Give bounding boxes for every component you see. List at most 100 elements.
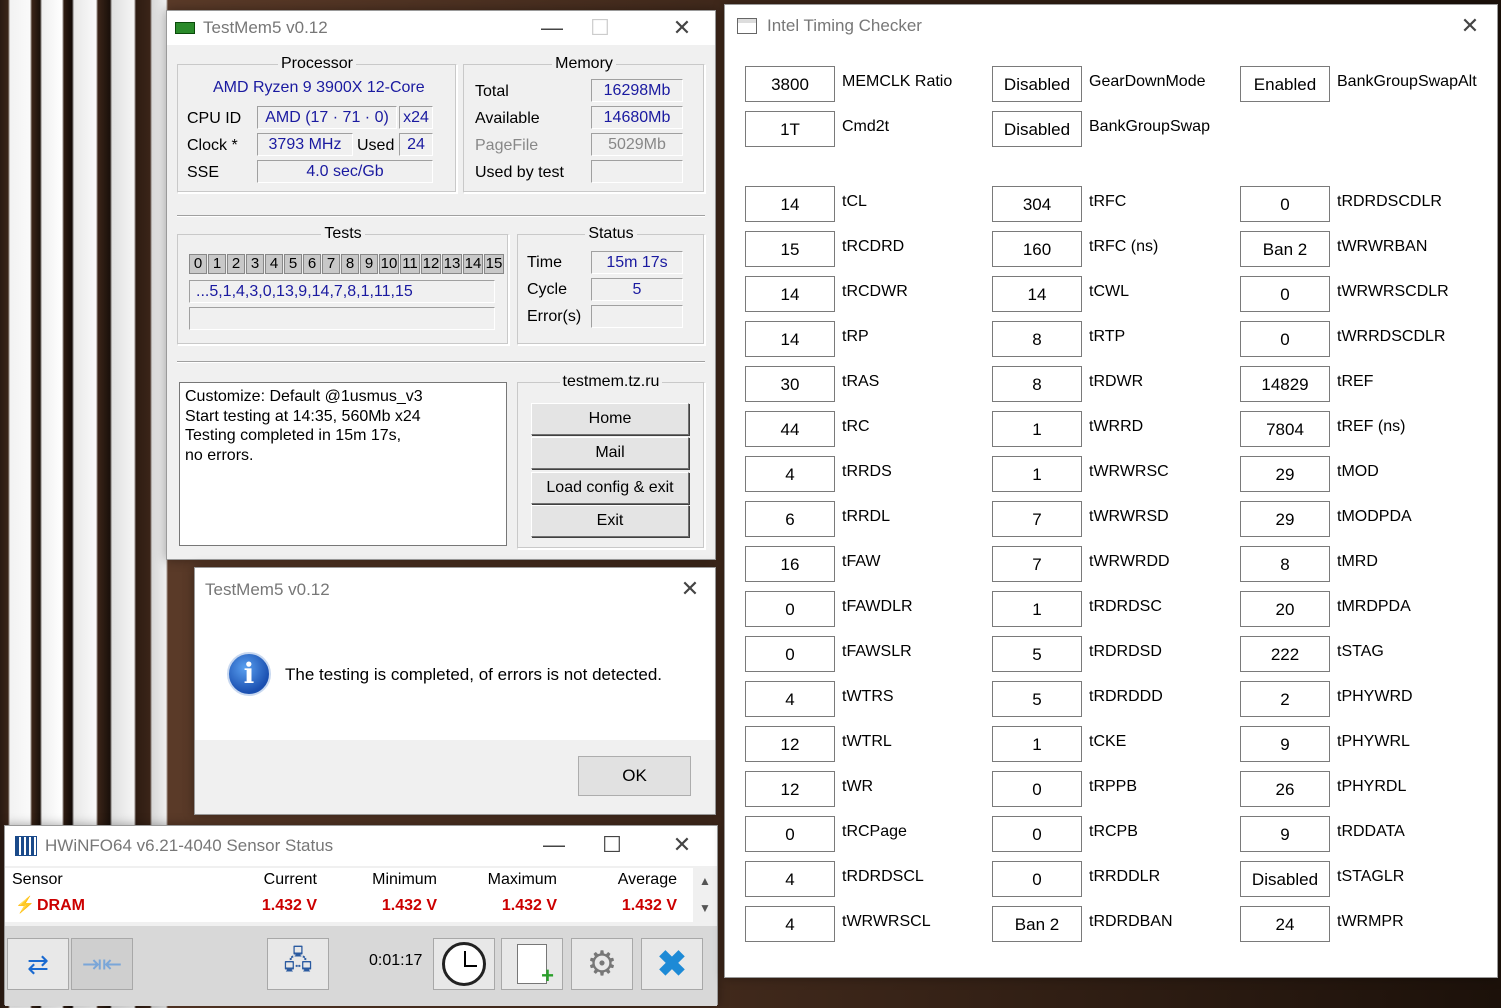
timing-value[interactable]: 14 xyxy=(745,321,835,357)
timing-value[interactable]: 14 xyxy=(745,186,835,222)
close-button[interactable]: ✕ xyxy=(659,828,705,862)
timing-value[interactable]: 7804 xyxy=(1240,411,1330,447)
timing-value[interactable]: 14 xyxy=(992,276,1082,312)
network-icon[interactable]: 🖧 xyxy=(267,938,329,990)
timing-value[interactable]: Ban 2 xyxy=(1240,231,1330,267)
maximize-button[interactable]: ☐ xyxy=(589,828,635,862)
mail-button[interactable]: Mail xyxy=(531,437,689,469)
scroll-down-icon[interactable]: ▼ xyxy=(693,895,717,922)
timing-value[interactable]: 1 xyxy=(992,591,1082,627)
test-number: 6 xyxy=(303,254,321,274)
exit-button[interactable]: Exit xyxy=(531,505,689,537)
nav-back-forward-button[interactable]: ⇄ xyxy=(7,938,69,990)
timing-value[interactable]: 6 xyxy=(745,501,835,537)
timing-value[interactable]: 44 xyxy=(745,411,835,447)
col-header-minimum[interactable]: Minimum xyxy=(372,868,437,892)
timing-value[interactable]: 304 xyxy=(992,186,1082,222)
col-header-sensor[interactable]: Sensor xyxy=(12,868,63,892)
timing-value[interactable]: 29 xyxy=(1240,501,1330,537)
timing-label: tMRDPDA xyxy=(1337,598,1411,615)
clock-icon[interactable] xyxy=(433,938,495,990)
gear-icon[interactable]: ⚙ xyxy=(571,938,633,990)
timing-value[interactable]: 4 xyxy=(745,681,835,717)
timing-value[interactable]: 0 xyxy=(992,771,1082,807)
timing-value[interactable]: 8 xyxy=(992,321,1082,357)
timing-label: tWR xyxy=(842,778,874,795)
timing-label: tREF (ns) xyxy=(1337,418,1406,435)
timing-value[interactable]: 0 xyxy=(745,591,835,627)
table-row[interactable]: ⚡ DRAM 1.432 V 1.432 V 1.432 V 1.432 V xyxy=(5,894,693,918)
timing-value[interactable]: 0 xyxy=(992,861,1082,897)
nav-collapse-button[interactable]: ⇥⇤ xyxy=(71,938,133,990)
home-button[interactable]: Home xyxy=(531,403,689,435)
timing-value[interactable]: Disabled xyxy=(992,66,1082,102)
minimize-button[interactable]: — xyxy=(531,828,577,862)
timing-value[interactable]: 3800 xyxy=(745,66,835,102)
timing-label: tRCPB xyxy=(1089,823,1138,840)
timing-value[interactable]: 9 xyxy=(1240,816,1330,852)
timing-value[interactable]: 4 xyxy=(745,861,835,897)
scroll-up-icon[interactable]: ▲ xyxy=(693,868,717,895)
timing-value[interactable]: 2 xyxy=(1240,681,1330,717)
timing-label: tREF xyxy=(1337,373,1374,390)
timing-value[interactable]: 9 xyxy=(1240,726,1330,762)
timing-value[interactable]: 14829 xyxy=(1240,366,1330,402)
timing-value[interactable]: Enabled xyxy=(1240,66,1330,102)
col-header-current[interactable]: Current xyxy=(264,868,317,892)
timing-value[interactable]: Disabled xyxy=(1240,861,1330,897)
timing-value[interactable]: 1T xyxy=(745,111,835,147)
timing-label: Cmd2t xyxy=(842,118,890,135)
timing-value[interactable]: 0 xyxy=(1240,276,1330,312)
ok-button[interactable]: OK xyxy=(578,756,691,796)
timing-value[interactable]: 5 xyxy=(992,681,1082,717)
timing-value[interactable]: 0 xyxy=(992,816,1082,852)
timing-value[interactable]: 8 xyxy=(992,366,1082,402)
timing-value[interactable]: 0 xyxy=(745,636,835,672)
timing-label: tFAWSLR xyxy=(842,643,912,660)
timing-value[interactable]: 222 xyxy=(1240,636,1330,672)
test-number: 2 xyxy=(227,254,245,274)
load-config-button[interactable]: Load config & exit xyxy=(531,472,689,504)
timing-value[interactable]: 0 xyxy=(1240,186,1330,222)
timing-value[interactable]: 7 xyxy=(992,546,1082,582)
timing-value[interactable]: 160 xyxy=(992,231,1082,267)
col-header-maximum[interactable]: Maximum xyxy=(488,868,557,892)
timing-value[interactable]: 12 xyxy=(745,726,835,762)
scrollbar[interactable]: ▲ ▼ xyxy=(693,868,717,922)
timing-value[interactable]: 4 xyxy=(745,906,835,942)
timing-value[interactable]: 14 xyxy=(745,276,835,312)
timing-value[interactable]: 4 xyxy=(745,456,835,492)
timing-value[interactable]: 29 xyxy=(1240,456,1330,492)
timing-value[interactable]: 5 xyxy=(992,636,1082,672)
timing-value[interactable]: 20 xyxy=(1240,591,1330,627)
timing-value[interactable]: 1 xyxy=(992,411,1082,447)
timing-value[interactable]: 0 xyxy=(745,816,835,852)
timing-label: tRFC (ns) xyxy=(1089,238,1159,255)
timing-value[interactable]: 1 xyxy=(992,456,1082,492)
add-report-icon[interactable]: + xyxy=(501,938,563,990)
timing-value[interactable]: 30 xyxy=(745,366,835,402)
close-button[interactable]: ✕ xyxy=(659,11,705,45)
timing-value[interactable]: 12 xyxy=(745,771,835,807)
timing-label: tFAW xyxy=(842,553,881,570)
test-number: 13 xyxy=(442,254,462,274)
dialog-close-button[interactable]: ✕ xyxy=(667,572,713,606)
timing-value[interactable]: 8 xyxy=(1240,546,1330,582)
maximize-button[interactable]: ☐ xyxy=(577,11,623,45)
timing-value[interactable]: 16 xyxy=(745,546,835,582)
col-header-average[interactable]: Average xyxy=(618,868,677,892)
timing-value[interactable]: Disabled xyxy=(992,111,1082,147)
timing-value[interactable]: 0 xyxy=(1240,321,1330,357)
timing-value[interactable]: 15 xyxy=(745,231,835,267)
timing-label: tWRWRSC xyxy=(1089,463,1169,480)
log-textarea[interactable]: Customize: Default @1usmus_v3 Start test… xyxy=(179,382,507,546)
errors-value xyxy=(591,305,683,328)
timing-value[interactable]: 7 xyxy=(992,501,1082,537)
close-button[interactable]: ✕ xyxy=(1447,9,1493,43)
timing-value[interactable]: Ban 2 xyxy=(992,906,1082,942)
timing-value[interactable]: 26 xyxy=(1240,771,1330,807)
minimize-button[interactable]: — xyxy=(529,11,575,45)
timing-value[interactable]: 24 xyxy=(1240,906,1330,942)
timing-value[interactable]: 1 xyxy=(992,726,1082,762)
close-x-icon[interactable]: ✖ xyxy=(641,938,703,990)
